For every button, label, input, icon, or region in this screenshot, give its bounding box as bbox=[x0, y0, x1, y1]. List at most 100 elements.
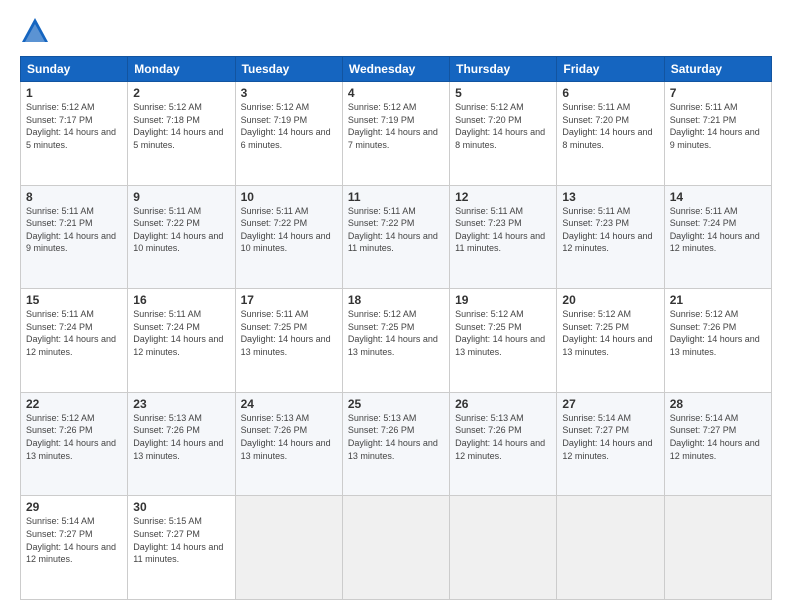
day-info: Sunrise: 5:15 AMSunset: 7:27 PMDaylight:… bbox=[133, 515, 229, 565]
calendar-day-8: 8Sunrise: 5:11 AMSunset: 7:21 PMDaylight… bbox=[21, 185, 128, 289]
calendar-week-3: 15Sunrise: 5:11 AMSunset: 7:24 PMDayligh… bbox=[21, 289, 772, 393]
header bbox=[20, 16, 772, 46]
day-info: Sunrise: 5:14 AMSunset: 7:27 PMDaylight:… bbox=[562, 412, 658, 462]
day-info: Sunrise: 5:11 AMSunset: 7:22 PMDaylight:… bbox=[348, 205, 444, 255]
day-info: Sunrise: 5:11 AMSunset: 7:21 PMDaylight:… bbox=[26, 205, 122, 255]
page: SundayMondayTuesdayWednesdayThursdayFrid… bbox=[0, 0, 792, 612]
day-info: Sunrise: 5:12 AMSunset: 7:17 PMDaylight:… bbox=[26, 101, 122, 151]
day-info: Sunrise: 5:14 AMSunset: 7:27 PMDaylight:… bbox=[670, 412, 766, 462]
calendar-day-13: 13Sunrise: 5:11 AMSunset: 7:23 PMDayligh… bbox=[557, 185, 664, 289]
day-number: 25 bbox=[348, 397, 444, 411]
weekday-header-thursday: Thursday bbox=[450, 57, 557, 82]
calendar-week-2: 8Sunrise: 5:11 AMSunset: 7:21 PMDaylight… bbox=[21, 185, 772, 289]
calendar-day-5: 5Sunrise: 5:12 AMSunset: 7:20 PMDaylight… bbox=[450, 82, 557, 186]
empty-cell bbox=[235, 496, 342, 600]
calendar-week-4: 22Sunrise: 5:12 AMSunset: 7:26 PMDayligh… bbox=[21, 392, 772, 496]
calendar-day-27: 27Sunrise: 5:14 AMSunset: 7:27 PMDayligh… bbox=[557, 392, 664, 496]
day-number: 1 bbox=[26, 86, 122, 100]
day-info: Sunrise: 5:11 AMSunset: 7:24 PMDaylight:… bbox=[133, 308, 229, 358]
day-info: Sunrise: 5:11 AMSunset: 7:25 PMDaylight:… bbox=[241, 308, 337, 358]
empty-cell bbox=[557, 496, 664, 600]
day-number: 27 bbox=[562, 397, 658, 411]
day-info: Sunrise: 5:11 AMSunset: 7:24 PMDaylight:… bbox=[670, 205, 766, 255]
weekday-header-friday: Friday bbox=[557, 57, 664, 82]
day-number: 22 bbox=[26, 397, 122, 411]
calendar-day-6: 6Sunrise: 5:11 AMSunset: 7:20 PMDaylight… bbox=[557, 82, 664, 186]
day-info: Sunrise: 5:11 AMSunset: 7:22 PMDaylight:… bbox=[241, 205, 337, 255]
calendar-day-23: 23Sunrise: 5:13 AMSunset: 7:26 PMDayligh… bbox=[128, 392, 235, 496]
day-number: 24 bbox=[241, 397, 337, 411]
day-info: Sunrise: 5:12 AMSunset: 7:20 PMDaylight:… bbox=[455, 101, 551, 151]
calendar-day-19: 19Sunrise: 5:12 AMSunset: 7:25 PMDayligh… bbox=[450, 289, 557, 393]
day-number: 12 bbox=[455, 190, 551, 204]
day-number: 29 bbox=[26, 500, 122, 514]
weekday-header-row: SundayMondayTuesdayWednesdayThursdayFrid… bbox=[21, 57, 772, 82]
day-number: 16 bbox=[133, 293, 229, 307]
day-info: Sunrise: 5:11 AMSunset: 7:23 PMDaylight:… bbox=[455, 205, 551, 255]
day-number: 17 bbox=[241, 293, 337, 307]
day-number: 30 bbox=[133, 500, 229, 514]
empty-cell bbox=[450, 496, 557, 600]
calendar-day-12: 12Sunrise: 5:11 AMSunset: 7:23 PMDayligh… bbox=[450, 185, 557, 289]
logo-icon bbox=[20, 16, 50, 46]
calendar-day-29: 29Sunrise: 5:14 AMSunset: 7:27 PMDayligh… bbox=[21, 496, 128, 600]
day-info: Sunrise: 5:11 AMSunset: 7:20 PMDaylight:… bbox=[562, 101, 658, 151]
day-info: Sunrise: 5:13 AMSunset: 7:26 PMDaylight:… bbox=[455, 412, 551, 462]
calendar-day-17: 17Sunrise: 5:11 AMSunset: 7:25 PMDayligh… bbox=[235, 289, 342, 393]
day-number: 9 bbox=[133, 190, 229, 204]
day-number: 18 bbox=[348, 293, 444, 307]
day-info: Sunrise: 5:12 AMSunset: 7:26 PMDaylight:… bbox=[26, 412, 122, 462]
day-info: Sunrise: 5:11 AMSunset: 7:22 PMDaylight:… bbox=[133, 205, 229, 255]
calendar-day-3: 3Sunrise: 5:12 AMSunset: 7:19 PMDaylight… bbox=[235, 82, 342, 186]
day-number: 13 bbox=[562, 190, 658, 204]
calendar-day-20: 20Sunrise: 5:12 AMSunset: 7:25 PMDayligh… bbox=[557, 289, 664, 393]
calendar-day-7: 7Sunrise: 5:11 AMSunset: 7:21 PMDaylight… bbox=[664, 82, 771, 186]
day-info: Sunrise: 5:13 AMSunset: 7:26 PMDaylight:… bbox=[241, 412, 337, 462]
calendar-day-26: 26Sunrise: 5:13 AMSunset: 7:26 PMDayligh… bbox=[450, 392, 557, 496]
day-number: 8 bbox=[26, 190, 122, 204]
calendar-day-11: 11Sunrise: 5:11 AMSunset: 7:22 PMDayligh… bbox=[342, 185, 449, 289]
day-info: Sunrise: 5:11 AMSunset: 7:23 PMDaylight:… bbox=[562, 205, 658, 255]
calendar-day-14: 14Sunrise: 5:11 AMSunset: 7:24 PMDayligh… bbox=[664, 185, 771, 289]
calendar-day-25: 25Sunrise: 5:13 AMSunset: 7:26 PMDayligh… bbox=[342, 392, 449, 496]
day-number: 2 bbox=[133, 86, 229, 100]
calendar-day-2: 2Sunrise: 5:12 AMSunset: 7:18 PMDaylight… bbox=[128, 82, 235, 186]
day-info: Sunrise: 5:12 AMSunset: 7:26 PMDaylight:… bbox=[670, 308, 766, 358]
day-info: Sunrise: 5:12 AMSunset: 7:25 PMDaylight:… bbox=[455, 308, 551, 358]
day-info: Sunrise: 5:12 AMSunset: 7:25 PMDaylight:… bbox=[348, 308, 444, 358]
day-number: 19 bbox=[455, 293, 551, 307]
calendar-day-22: 22Sunrise: 5:12 AMSunset: 7:26 PMDayligh… bbox=[21, 392, 128, 496]
day-number: 4 bbox=[348, 86, 444, 100]
weekday-header-wednesday: Wednesday bbox=[342, 57, 449, 82]
day-info: Sunrise: 5:12 AMSunset: 7:18 PMDaylight:… bbox=[133, 101, 229, 151]
weekday-header-saturday: Saturday bbox=[664, 57, 771, 82]
day-number: 10 bbox=[241, 190, 337, 204]
calendar-day-24: 24Sunrise: 5:13 AMSunset: 7:26 PMDayligh… bbox=[235, 392, 342, 496]
day-info: Sunrise: 5:12 AMSunset: 7:19 PMDaylight:… bbox=[241, 101, 337, 151]
calendar-day-16: 16Sunrise: 5:11 AMSunset: 7:24 PMDayligh… bbox=[128, 289, 235, 393]
day-number: 15 bbox=[26, 293, 122, 307]
calendar-day-21: 21Sunrise: 5:12 AMSunset: 7:26 PMDayligh… bbox=[664, 289, 771, 393]
calendar-day-30: 30Sunrise: 5:15 AMSunset: 7:27 PMDayligh… bbox=[128, 496, 235, 600]
calendar-day-10: 10Sunrise: 5:11 AMSunset: 7:22 PMDayligh… bbox=[235, 185, 342, 289]
day-info: Sunrise: 5:11 AMSunset: 7:21 PMDaylight:… bbox=[670, 101, 766, 151]
day-number: 20 bbox=[562, 293, 658, 307]
day-info: Sunrise: 5:13 AMSunset: 7:26 PMDaylight:… bbox=[348, 412, 444, 462]
calendar-day-15: 15Sunrise: 5:11 AMSunset: 7:24 PMDayligh… bbox=[21, 289, 128, 393]
day-number: 7 bbox=[670, 86, 766, 100]
empty-cell bbox=[664, 496, 771, 600]
day-info: Sunrise: 5:11 AMSunset: 7:24 PMDaylight:… bbox=[26, 308, 122, 358]
empty-cell bbox=[342, 496, 449, 600]
logo bbox=[20, 16, 54, 46]
calendar-day-9: 9Sunrise: 5:11 AMSunset: 7:22 PMDaylight… bbox=[128, 185, 235, 289]
weekday-header-tuesday: Tuesday bbox=[235, 57, 342, 82]
day-info: Sunrise: 5:12 AMSunset: 7:25 PMDaylight:… bbox=[562, 308, 658, 358]
calendar-week-5: 29Sunrise: 5:14 AMSunset: 7:27 PMDayligh… bbox=[21, 496, 772, 600]
day-number: 14 bbox=[670, 190, 766, 204]
day-number: 28 bbox=[670, 397, 766, 411]
calendar-table: SundayMondayTuesdayWednesdayThursdayFrid… bbox=[20, 56, 772, 600]
day-number: 26 bbox=[455, 397, 551, 411]
day-number: 3 bbox=[241, 86, 337, 100]
weekday-header-sunday: Sunday bbox=[21, 57, 128, 82]
day-number: 11 bbox=[348, 190, 444, 204]
